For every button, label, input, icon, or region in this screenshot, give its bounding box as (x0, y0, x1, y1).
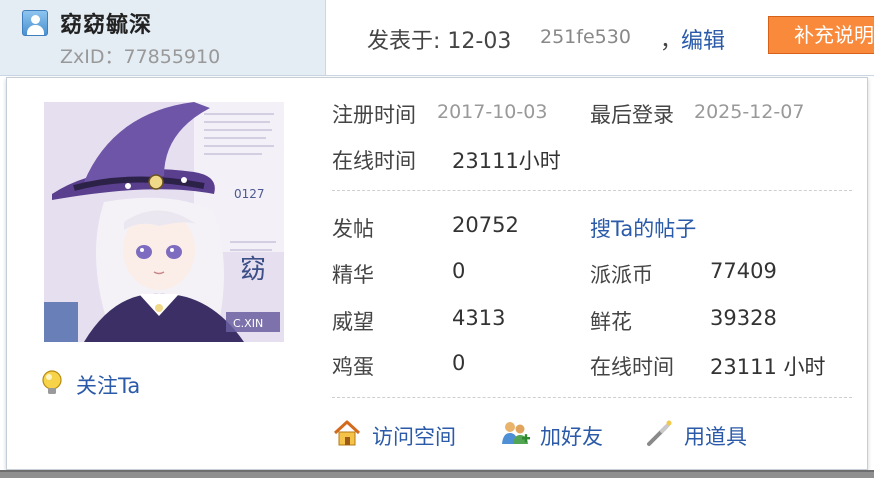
digest-value: 0 (452, 259, 466, 283)
add-friend-link[interactable]: 加好友 (540, 421, 603, 451)
visit-space-link[interactable]: 访问空间 (372, 421, 456, 451)
coins-label: 派派币 (590, 263, 653, 287)
eggs-value: 0 (452, 351, 466, 375)
lightbulb-icon[interactable] (40, 370, 64, 396)
author-name[interactable]: 窈窈毓深 (60, 7, 152, 39)
use-item-link[interactable]: 用道具 (684, 421, 747, 451)
online-hours-value: 23111 小时 (710, 355, 826, 379)
online-time-label: 在线时间 (332, 149, 416, 173)
avatar[interactable]: 0127 窈 C.XIN (44, 102, 284, 342)
avatar-glyph: 窈 (240, 255, 266, 285)
eggs-label: 鸡蛋 (332, 355, 374, 379)
register-time-value: 2017-10-03 (437, 101, 548, 123)
separator-comma: ， (660, 29, 683, 54)
user-icon[interactable] (22, 10, 48, 36)
online-time-value: 23111小时 (452, 149, 561, 173)
register-time-label: 注册时间 (332, 103, 416, 127)
follow-link[interactable]: 关注Ta (76, 370, 140, 400)
avatar-number: 0127 (234, 187, 265, 201)
header-divider (0, 75, 874, 76)
supplement-button[interactable]: 补充说明 (768, 16, 874, 54)
avatar-illustration: 0127 窈 C.XIN (44, 102, 284, 342)
people-icon[interactable] (500, 418, 530, 448)
post-time: 发表于: 12-03 (367, 29, 512, 54)
flowers-label: 鲜花 (590, 310, 632, 334)
prestige-value: 4313 (452, 306, 506, 330)
avatar-signature: C.XIN (233, 317, 263, 330)
last-login-label: 最后登录 (590, 103, 674, 127)
divider (332, 397, 852, 398)
wand-icon[interactable] (644, 418, 674, 448)
divider (332, 190, 852, 191)
last-login-value: 2025-12-07 (694, 101, 805, 123)
home-icon[interactable] (332, 418, 362, 448)
digest-label: 精华 (332, 263, 374, 287)
posts-value: 20752 (452, 213, 519, 237)
flowers-value: 39328 (710, 306, 777, 330)
edit-link[interactable]: 编辑 (681, 23, 725, 55)
post-hash: 251fe530 (540, 26, 631, 48)
coins-value: 77409 (710, 259, 777, 283)
posts-label: 发帖 (332, 217, 374, 241)
author-zxid: ZxID：77855910 (60, 46, 221, 68)
online-hours-label: 在线时间 (590, 355, 674, 379)
prestige-label: 威望 (332, 310, 374, 334)
page-background-edge (0, 470, 874, 472)
search-posts-link[interactable]: 搜Ta的帖子 (590, 213, 696, 243)
